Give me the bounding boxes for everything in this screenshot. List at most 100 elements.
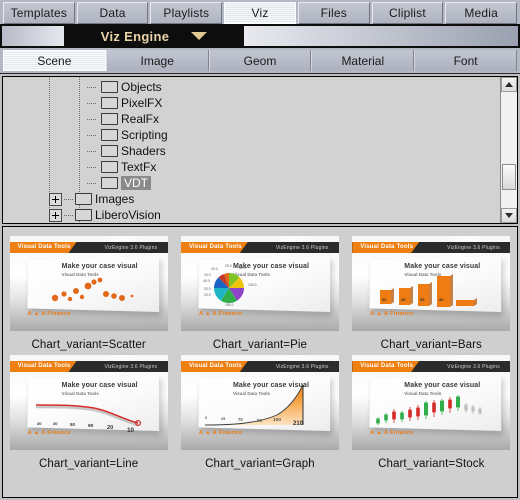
svg-text:25.0: 25.0: [225, 264, 232, 268]
engine-bar-right-gradient: [244, 26, 518, 46]
svg-text:25: 25: [221, 417, 225, 421]
svg-text:30: 30: [382, 297, 387, 302]
thumbnail-item[interactable]: Visual Data Tools VizEngine 3.6 Plugins …: [174, 233, 345, 352]
tree-item-shaders[interactable]: Shaders: [3, 143, 500, 159]
tree-item-label: RealFx: [121, 112, 160, 126]
viz-artist-window: Templates Data Playlists Viz Files Clipl…: [0, 0, 520, 500]
thumbnail-caption: Chart_variant=Graph: [205, 458, 315, 470]
thumbnail-item[interactable]: Visual Data Tools VizEngine 3.6 Plugins …: [346, 233, 517, 352]
tree-item-textfx[interactable]: TextFx: [3, 159, 500, 175]
tab-cliplist[interactable]: Cliplist: [371, 2, 444, 24]
asset-thumbnail-panel[interactable]: Visual Data Tools VizEngine 3.6 Plugins …: [2, 226, 518, 498]
tree-item-vdt[interactable]: VDT: [3, 175, 500, 191]
tree-elbow-icon: [87, 127, 101, 143]
finance-logo: A ▲ A Finance: [370, 430, 414, 436]
folder-icon: [101, 145, 118, 157]
tree-item-label: Shaders: [121, 144, 166, 158]
scroll-down-icon[interactable]: [501, 208, 517, 223]
tree-connector: [64, 214, 74, 216]
tab-templates[interactable]: Templates: [3, 2, 75, 24]
scrollbar-thumb[interactable]: [502, 163, 516, 190]
svg-text:30: 30: [37, 421, 42, 426]
finance-logo: A ▲ A Finance: [27, 430, 71, 436]
viz-engine-bar: Viz Engine: [0, 24, 520, 48]
thumbnail-caption: Chart_variant=Bars: [380, 339, 482, 351]
svg-text:210: 210: [293, 421, 304, 427]
chart-preview-stock[interactable]: Visual Data Tools VizEngine 3.6 Plugins …: [352, 355, 511, 450]
svg-text:90: 90: [439, 297, 444, 302]
scene-tree[interactable]: Objects PixelFX RealFx Scripting Shaders: [3, 77, 500, 223]
tree-vertical-scrollbar[interactable]: [500, 77, 517, 223]
svg-text:40.0: 40.0: [239, 266, 246, 270]
tree-elbow-icon: [87, 159, 101, 175]
tree-item-label: TextFx: [121, 160, 157, 174]
tree-item-scripting[interactable]: Scripting: [3, 127, 500, 143]
tab-playlists[interactable]: Playlists: [150, 2, 223, 24]
engine-selector[interactable]: Viz Engine: [64, 24, 244, 48]
svg-text:10: 10: [127, 427, 135, 434]
scroll-up-icon[interactable]: [501, 77, 517, 92]
finance-logo: A ▲ A Finance: [198, 430, 243, 436]
folder-icon: [101, 129, 118, 141]
folder-icon: [101, 97, 118, 109]
scrollbar-track[interactable]: [501, 92, 517, 208]
tree-elbow-icon: [87, 79, 101, 95]
tab-font[interactable]: Font: [414, 50, 517, 71]
thumbnail-grid: Visual Data Tools VizEngine 3.6 Plugins …: [3, 227, 517, 471]
tree-item-label: Objects: [121, 80, 162, 94]
tree-item-label: PixelFX: [121, 96, 163, 110]
svg-text:10.0: 10.0: [204, 273, 211, 277]
thumbnail-item[interactable]: Visual Data Tools VizEngine 3.6 Plugins …: [346, 352, 517, 471]
tab-viz[interactable]: Viz: [224, 2, 296, 24]
tab-media[interactable]: Media: [445, 2, 518, 24]
thumbnail-caption: Chart_variant=Scatter: [31, 339, 146, 351]
tab-image[interactable]: Image: [105, 50, 209, 71]
finance-logo: A ▲ A Finance: [370, 311, 414, 317]
chart-preview-bars[interactable]: Visual Data Tools VizEngine 3.6 Plugins …: [352, 236, 511, 331]
finance-logo: A ▲ A Finance: [198, 311, 243, 317]
svg-text:100: 100: [273, 417, 281, 423]
engine-title: Viz Engine: [100, 28, 170, 44]
svg-text:0: 0: [205, 416, 207, 420]
folder-icon: [75, 209, 92, 221]
tree-item-images[interactable]: Images: [3, 191, 500, 207]
tree-item-pixelfx[interactable]: PixelFX: [3, 95, 500, 111]
chart-preview-scatter[interactable]: Visual Data Tools VizEngine 3.6 Plugins …: [9, 236, 168, 331]
tree-item-liberovision[interactable]: LiberoVision: [3, 207, 500, 223]
svg-text:100.0: 100.0: [248, 283, 257, 287]
scene-tree-panel: Objects PixelFX RealFx Scripting Shaders: [2, 76, 518, 224]
svg-text:20.0: 20.0: [204, 287, 211, 291]
tree-item-realfx[interactable]: RealFx: [3, 111, 500, 127]
tree-item-label: LiberoVision: [95, 208, 161, 222]
thumbnail-caption: Chart_variant=Line: [39, 458, 139, 470]
chart-preview-graph[interactable]: Visual Data Tools VizEngine 3.6 Plugins …: [180, 355, 339, 450]
svg-text:30: 30: [401, 297, 406, 302]
folder-icon: [75, 193, 92, 205]
svg-text:50: 50: [70, 422, 75, 427]
tab-material[interactable]: Material: [311, 50, 415, 71]
thumbnail-item[interactable]: Visual Data Tools VizEngine 3.6 Plugins …: [3, 233, 174, 352]
tree-elbow-icon: [87, 175, 101, 191]
tree-elbow-icon: [87, 143, 101, 159]
tab-geom[interactable]: Geom: [208, 50, 312, 71]
tree-item-label: Images: [95, 192, 135, 206]
chart-preview-pie[interactable]: Visual Data Tools VizEngine 3.6 Plugins …: [180, 236, 339, 331]
svg-text:150.0: 150.0: [225, 303, 234, 307]
svg-text:20.0: 20.0: [204, 293, 211, 297]
chart-preview-line[interactable]: Visual Data Tools VizEngine 3.6 Plugins …: [9, 355, 168, 450]
expand-plus-icon[interactable]: [49, 208, 62, 222]
thumbnail-item[interactable]: Visual Data Tools VizEngine 3.6 Plugins …: [3, 352, 174, 471]
tree-elbow-icon: [87, 111, 101, 127]
chevron-down-icon[interactable]: [191, 32, 208, 40]
asset-type-tab-bar: Scene Image Geom Material Font: [0, 48, 520, 74]
tree-item-objects[interactable]: Objects: [3, 79, 500, 95]
tab-scene[interactable]: Scene: [3, 50, 106, 71]
engine-bar-left-gradient: [2, 26, 64, 46]
tab-data[interactable]: Data: [76, 2, 149, 24]
expand-plus-icon[interactable]: [49, 192, 62, 206]
main-tab-bar: Templates Data Playlists Viz Files Clipl…: [0, 0, 520, 24]
tab-files[interactable]: Files: [297, 2, 370, 24]
thumbnail-item[interactable]: Visual Data Tools VizEngine 3.6 Plugins …: [174, 352, 345, 471]
svg-text:20: 20: [107, 425, 113, 431]
thumbnail-caption: Chart_variant=Stock: [378, 458, 485, 470]
